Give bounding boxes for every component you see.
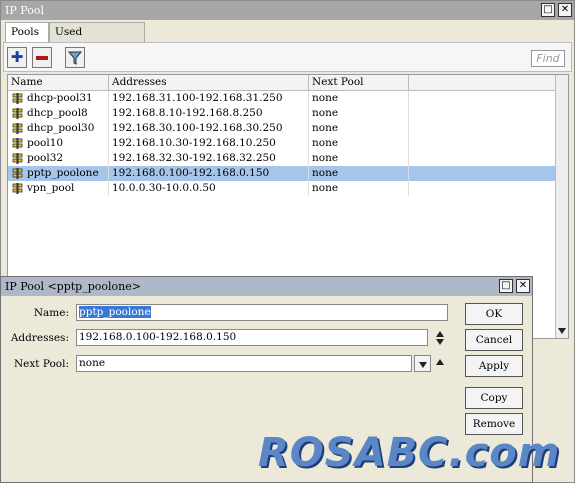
row-name: dhcp_pool8: [27, 107, 88, 119]
table-row[interactable]: vpn_pool 10.0.0.30-10.0.0.50 none: [8, 181, 556, 196]
cell-empty: [409, 151, 556, 166]
table-row[interactable]: pool32 192.168.32.30-192.168.32.250 none: [8, 151, 556, 166]
pool-icon: [12, 123, 23, 134]
cell-addresses: 10.0.0.30-10.0.0.50: [109, 181, 309, 196]
filter-button[interactable]: [65, 47, 85, 68]
next-pool-field[interactable]: none: [76, 355, 412, 372]
window-title: IP Pool: [5, 4, 44, 17]
cell-name: pptp_poolone: [8, 166, 109, 181]
window-titlebar: IP Pool □ ✕: [1, 1, 574, 20]
cell-name: dhcp-pool31: [8, 91, 109, 106]
cell-empty: [409, 181, 556, 196]
table-row[interactable]: pool10 192.168.10.30-192.168.10.250 none: [8, 136, 556, 151]
ok-button[interactable]: OK: [465, 303, 523, 325]
remove-button[interactable]: [32, 47, 52, 68]
close-button[interactable]: ✕: [558, 3, 572, 17]
cell-next-pool: none: [309, 151, 409, 166]
dialog-title: IP Pool <pptp_poolone>: [5, 280, 141, 293]
col-addresses[interactable]: Addresses: [109, 75, 309, 91]
cell-next-pool: none: [309, 181, 409, 196]
name-value: pptp_poolone: [79, 306, 151, 318]
row-name: pool10: [27, 137, 64, 149]
pool-icon: [12, 168, 23, 179]
cell-addresses: 192.168.8.10-192.168.8.250: [109, 106, 309, 121]
minus-icon: [36, 56, 48, 60]
cell-addresses: 192.168.0.100-192.168.0.150: [109, 166, 309, 181]
row-name: dhcp_pool30: [27, 122, 95, 134]
row-name: pptp_poolone: [27, 167, 99, 179]
cell-next-pool: none: [309, 91, 409, 106]
cell-next-pool: none: [309, 106, 409, 121]
dialog-close-button[interactable]: ✕: [516, 279, 530, 293]
table-row[interactable]: dhcp_pool8 192.168.8.10-192.168.8.250 none: [8, 106, 556, 121]
apply-button[interactable]: Apply: [465, 355, 523, 377]
next-pool-dropdown[interactable]: [414, 355, 431, 372]
cell-addresses: 192.168.10.30-192.168.10.250: [109, 136, 309, 151]
row-name: vpn_pool: [27, 182, 75, 194]
cell-next-pool: none: [309, 166, 409, 181]
name-field[interactable]: pptp_poolone: [76, 304, 448, 321]
addresses-up-icon[interactable]: [436, 331, 444, 337]
dialog-restore-button[interactable]: □: [499, 279, 513, 293]
table-row[interactable]: dhcp-pool31 192.168.31.100-192.168.31.250…: [8, 91, 556, 106]
col-next-pool[interactable]: Next Pool: [309, 75, 409, 91]
chevron-down-icon: [419, 362, 427, 368]
cell-addresses: 192.168.30.100-192.168.30.250: [109, 121, 309, 136]
cell-empty: [409, 136, 556, 151]
filter-icon: [67, 51, 83, 65]
tab-pools[interactable]: Pools: [5, 22, 49, 43]
table-header: Name Addresses Next Pool: [8, 75, 556, 91]
cell-name: dhcp_pool8: [8, 106, 109, 121]
cell-empty: [409, 121, 556, 136]
cell-name: pool32: [8, 151, 109, 166]
next-pool-label: Next Pool:: [13, 358, 69, 370]
cell-empty: [409, 166, 556, 181]
cell-addresses: 192.168.31.100-192.168.31.250: [109, 91, 309, 106]
scroll-down-icon[interactable]: [558, 328, 566, 334]
cell-next-pool: none: [309, 121, 409, 136]
row-name: pool32: [27, 152, 64, 164]
cell-addresses: 192.168.32.30-192.168.32.250: [109, 151, 309, 166]
find-input[interactable]: Find: [531, 50, 565, 67]
cell-name: dhcp_pool30: [8, 121, 109, 136]
vertical-scrollbar[interactable]: [555, 75, 568, 338]
addresses-down-icon[interactable]: [436, 339, 444, 345]
addresses-label: Addresses:: [10, 332, 69, 344]
add-button[interactable]: ✚: [7, 47, 27, 68]
next-pool-up-icon[interactable]: [436, 359, 444, 365]
cancel-button[interactable]: Cancel: [465, 329, 523, 351]
dialog-titlebar: IP Pool <pptp_poolone> □ ✕: [1, 277, 532, 296]
cell-next-pool: none: [309, 136, 409, 151]
restore-button[interactable]: □: [541, 3, 555, 17]
pool-icon: [12, 108, 23, 119]
pool-icon: [12, 93, 23, 104]
cell-empty: [409, 106, 556, 121]
addresses-field[interactable]: 192.168.0.100-192.168.0.150: [76, 329, 428, 346]
row-name: dhcp-pool31: [27, 92, 93, 104]
tab-used-addresses[interactable]: Used Addresses: [49, 22, 145, 57]
copy-button[interactable]: Copy: [465, 387, 523, 409]
toolbar: ✚ Find: [3, 42, 572, 72]
name-label: Name:: [33, 307, 69, 319]
pool-icon: [12, 138, 23, 149]
table-row[interactable]: pptp_poolone 192.168.0.100-192.168.0.150 n…: [8, 166, 556, 181]
pool-icon: [12, 153, 23, 164]
col-name[interactable]: Name: [8, 75, 109, 91]
cell-name: vpn_pool: [8, 181, 109, 196]
table-row[interactable]: dhcp_pool30 192.168.30.100-192.168.30.250…: [8, 121, 556, 136]
pool-icon: [12, 183, 23, 194]
cell-empty: [409, 91, 556, 106]
col-empty: [409, 75, 556, 91]
watermark: ROSABC.com: [258, 430, 561, 476]
cell-name: pool10: [8, 136, 109, 151]
